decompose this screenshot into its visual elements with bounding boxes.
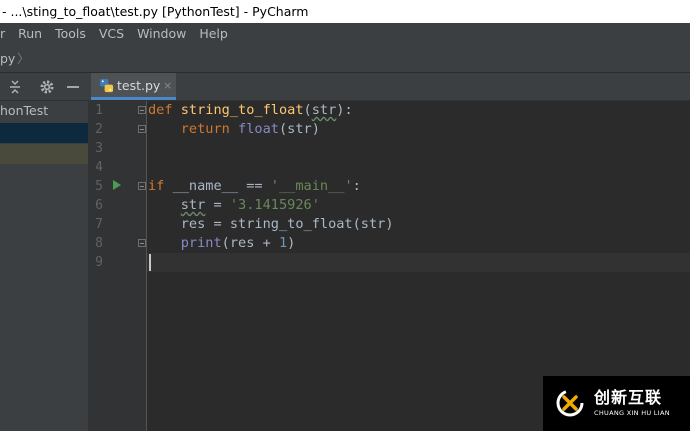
paren: ( (303, 102, 312, 118)
code-line-6: str = '3.1415926' (148, 196, 320, 215)
menu-item-run[interactable]: Run (18, 23, 42, 45)
builtin-print: print (180, 235, 222, 251)
line-number: 6 (95, 198, 103, 213)
minimize-icon[interactable] (65, 79, 81, 95)
param-str: str (311, 102, 337, 118)
line-number: 5 (95, 179, 103, 194)
code-line-5: if __name__ == '__main__': (148, 177, 361, 196)
code-line-8: print(res + 1) (148, 234, 296, 253)
breadcrumb-separator: 〉 (17, 51, 30, 66)
print-args: (res + (221, 235, 279, 251)
gear-icon[interactable] (39, 79, 55, 95)
tab-test-py[interactable]: test.py × (91, 73, 176, 100)
current-line-highlight (147, 253, 690, 272)
editor-tab-bar: test.py × (88, 73, 690, 101)
menu-item-vcs[interactable]: VCS (99, 23, 124, 45)
function-name: string_to_float (180, 102, 304, 118)
string-value: '3.1415926' (229, 197, 320, 213)
watermark: 创新互联 CHUANG XIN HU LIAN (543, 376, 690, 431)
line-number: 3 (95, 141, 103, 156)
project-tool-window: honTest (0, 73, 88, 431)
close-icon[interactable]: × (163, 78, 172, 94)
fold-marker[interactable] (138, 125, 146, 133)
window-title: - ...\sting_to_float\test.py [PythonTest… (2, 4, 309, 19)
navigation-bar: py 〉 (0, 45, 690, 73)
watermark-english: CHUANG XIN HU LIAN (594, 409, 670, 417)
window-title-bar: - ...\sting_to_float\test.py [PythonTest… (0, 0, 690, 23)
string-main: '__main__' (270, 178, 353, 194)
assign: = (205, 197, 230, 213)
number-literal: 1 (278, 235, 288, 251)
run-icon[interactable] (113, 180, 121, 190)
line-number: 1 (95, 103, 103, 118)
menu-item-partial[interactable]: r (0, 23, 5, 45)
project-tree-selected-row[interactable] (0, 123, 88, 143)
call-args: (str) (278, 121, 320, 137)
paren-colon: ): (336, 102, 353, 118)
collapse-all-icon[interactable] (7, 79, 23, 95)
fold-marker[interactable] (138, 106, 146, 114)
var-str: str (180, 197, 206, 213)
tab-label: test.py (117, 78, 161, 93)
code-line-2: return float(str) (148, 120, 320, 139)
builtin-float: float (238, 121, 279, 137)
line-number: 2 (95, 122, 103, 137)
menu-item-help[interactable]: Help (199, 23, 228, 45)
operator-eq: == (238, 178, 271, 194)
fold-marker[interactable] (138, 239, 146, 247)
fold-marker[interactable] (138, 182, 146, 190)
keyword-if: if (148, 178, 173, 194)
menu-bar: r Run Tools VCS Window Help (0, 23, 690, 45)
project-root-label[interactable]: honTest (0, 103, 48, 119)
line-number: 8 (95, 236, 103, 251)
breadcrumb-file[interactable]: py (0, 45, 15, 73)
text-caret (149, 254, 151, 271)
project-toolbar (0, 73, 88, 101)
menu-item-window[interactable]: Window (137, 23, 186, 45)
colon: : (352, 178, 361, 194)
code-line-1: def string_to_float(str): (148, 101, 353, 120)
project-tree-highlighted-row[interactable] (0, 144, 88, 164)
assignment-statement: res = string_to_float(str) (180, 216, 394, 232)
brand-logo-icon (556, 389, 584, 417)
line-number: 4 (95, 160, 103, 175)
line-number: 9 (95, 255, 103, 270)
python-file-icon (99, 78, 114, 93)
dunder-name: __name__ (172, 178, 239, 194)
menu-item-tools[interactable]: Tools (55, 23, 86, 45)
code-line-7: res = string_to_float(str) (148, 215, 394, 234)
keyword-return: return (180, 121, 239, 137)
watermark-chinese: 创新互联 (594, 388, 663, 407)
paren: ) (287, 235, 296, 251)
keyword-def: def (148, 102, 181, 118)
line-number: 7 (95, 217, 103, 232)
